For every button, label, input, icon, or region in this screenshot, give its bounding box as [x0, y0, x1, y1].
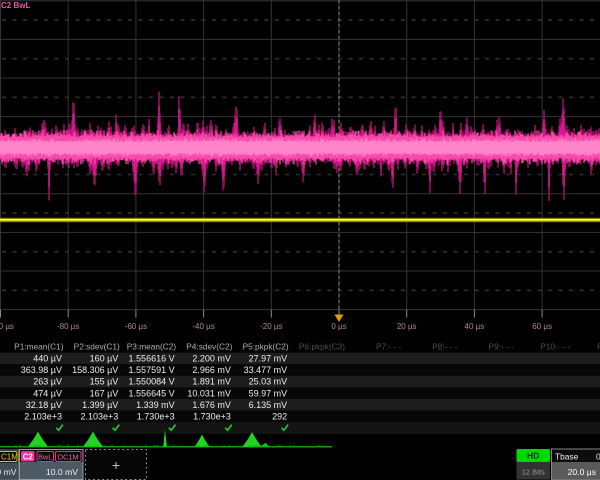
svg-text:1.676 mV: 1.676 mV: [192, 400, 231, 410]
svg-text:-80 µs: -80 µs: [57, 322, 79, 331]
svg-text:P9:- - -: P9:- - -: [489, 342, 515, 352]
svg-text:P10:- - -: P10:- - -: [540, 342, 570, 352]
svg-text:-20 µs: -20 µs: [260, 322, 282, 331]
svg-text:P3:mean(C2): P3:mean(C2): [127, 342, 177, 352]
svg-text:292: 292: [272, 412, 287, 422]
svg-text:P6:pkpk(C3): P6:pkpk(C3): [299, 342, 345, 352]
svg-text:P8:- - -: P8:- - -: [432, 342, 458, 352]
svg-text:10.031 mV: 10.031 mV: [187, 388, 231, 398]
svg-text:474 µV: 474 µV: [33, 388, 62, 398]
svg-text:C2 BwL: C2 BwL: [1, 1, 30, 10]
svg-text:0 µs: 0 µs: [331, 322, 346, 331]
svg-text:Tbase: Tbase: [555, 452, 579, 462]
svg-text:C1M: C1M: [1, 453, 18, 462]
svg-text:HD: HD: [527, 451, 539, 461]
svg-text:25.03 mV: 25.03 mV: [249, 377, 288, 387]
svg-text:10.0 mV: 10.0 mV: [46, 467, 78, 477]
svg-text:+: +: [112, 457, 120, 473]
svg-text:440 µV: 440 µV: [33, 354, 62, 364]
svg-text:1.556616 V: 1.556616 V: [129, 354, 175, 364]
svg-text:P1:mean(C1): P1:mean(C1): [14, 342, 64, 352]
svg-text:-40 µs: -40 µs: [192, 322, 214, 331]
svg-text:158.306 µV: 158.306 µV: [72, 365, 118, 375]
svg-text:20.0 µs: 20.0 µs: [568, 467, 596, 477]
svg-text:1.550084 V: 1.550084 V: [129, 377, 175, 387]
svg-text:-60 µs: -60 µs: [125, 322, 147, 331]
svg-text:40 µs: 40 µs: [465, 322, 485, 331]
svg-text:BwL: BwL: [38, 453, 52, 462]
svg-text:1.399 µV: 1.399 µV: [82, 400, 118, 410]
svg-text:2.103e+3: 2.103e+3: [81, 412, 119, 422]
svg-text:-100 µs: -100 µs: [0, 322, 14, 331]
svg-text:P4:sdev(C2): P4:sdev(C2): [186, 342, 232, 352]
svg-text:1.730e+3: 1.730e+3: [193, 412, 231, 422]
svg-text:6.135 mV: 6.135 mV: [249, 400, 288, 410]
svg-text:2.966 mV: 2.966 mV: [192, 365, 231, 375]
svg-text:2.200 mV: 2.200 mV: [192, 354, 231, 364]
svg-text:12 Bits: 12 Bits: [522, 468, 545, 477]
svg-text:167 µV: 167 µV: [90, 388, 119, 398]
svg-text:DC1M: DC1M: [58, 453, 79, 462]
svg-text:155 µV: 155 µV: [90, 377, 119, 387]
svg-text:60 µs: 60 µs: [532, 322, 552, 331]
svg-text:27.97 mV: 27.97 mV: [249, 354, 288, 364]
svg-text:263 µV: 263 µV: [33, 377, 62, 387]
svg-text:33.477 mV: 33.477 mV: [244, 365, 288, 375]
svg-text:0: 0: [596, 452, 600, 462]
svg-text:P7:- - -: P7:- - -: [376, 342, 402, 352]
svg-text:C2: C2: [23, 453, 34, 462]
svg-text:363.98 µV: 363.98 µV: [21, 365, 62, 375]
svg-text:1.891 mV: 1.891 mV: [192, 377, 231, 387]
svg-text:1.557591 V: 1.557591 V: [129, 365, 175, 375]
svg-text:P5:pkpk(C2): P5:pkpk(C2): [243, 342, 289, 352]
svg-text:59.97 mV: 59.97 mV: [249, 388, 288, 398]
svg-text:2.103e+3: 2.103e+3: [24, 412, 62, 422]
svg-text:10.0 mV: 10.0 mV: [0, 467, 17, 477]
svg-text:32.18 µV: 32.18 µV: [26, 400, 62, 410]
svg-text:1.730e+3: 1.730e+3: [137, 412, 175, 422]
svg-text:20 µs: 20 µs: [397, 322, 417, 331]
svg-text:1.339 mV: 1.339 mV: [136, 400, 175, 410]
svg-text:160 µV: 160 µV: [90, 354, 119, 364]
svg-text:1.556645 V: 1.556645 V: [129, 388, 175, 398]
svg-text:P2:sdev(C1): P2:sdev(C1): [74, 342, 120, 352]
